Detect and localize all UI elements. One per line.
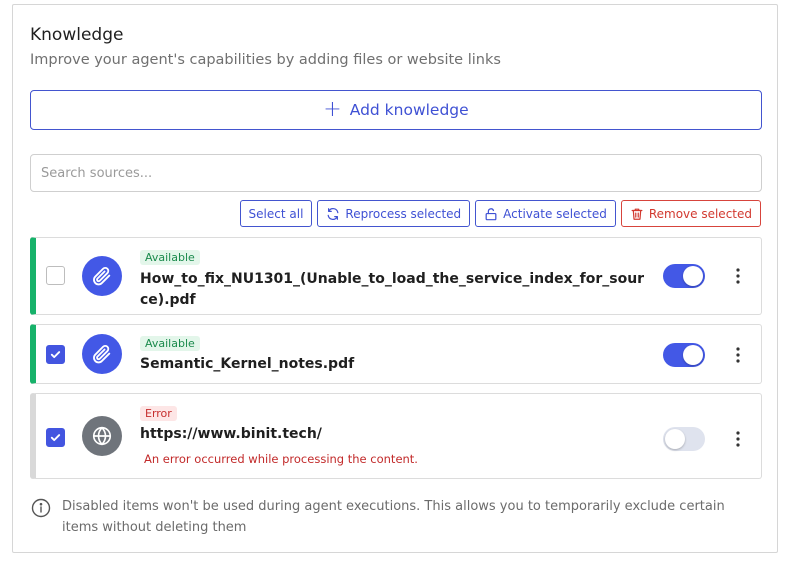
refresh-icon [327, 207, 339, 220]
more-options-icon[interactable] [729, 265, 747, 287]
item-enabled-toggle[interactable] [663, 264, 705, 288]
knowledge-item: Available Semantic_Kernel_notes.pdf [30, 324, 762, 384]
globe-icon [82, 416, 122, 456]
search-sources-input[interactable] [30, 154, 762, 192]
more-options-icon[interactable] [729, 428, 747, 450]
select-all-button[interactable]: Select all [239, 200, 313, 227]
remove-selected-button[interactable]: Remove selected [620, 200, 761, 227]
activate-selected-button[interactable]: Activate selected [475, 200, 616, 227]
unlock-icon [485, 207, 497, 220]
add-knowledge-label: Add knowledge [349, 101, 469, 119]
select-all-label: Select all [248, 206, 304, 221]
knowledge-panel: Knowledge Improve your agent's capabilit… [12, 4, 778, 553]
check-icon [50, 434, 61, 442]
status-badge: Error [140, 406, 177, 421]
item-enabled-toggle[interactable] [663, 343, 705, 367]
item-name: https://www.binit.tech/ [140, 426, 322, 442]
reprocess-selected-label: Reprocess selected [345, 206, 462, 221]
error-message: An error occurred while processing the c… [144, 452, 418, 466]
add-knowledge-button[interactable]: + Add knowledge [30, 90, 762, 130]
item-enabled-toggle[interactable] [663, 427, 705, 451]
footer-note: Disabled items won't be used during agen… [62, 499, 725, 535]
activate-selected-label: Activate selected [503, 206, 607, 221]
status-badge: Available [140, 250, 200, 265]
item-checkbox[interactable] [46, 428, 65, 447]
section-title: Knowledge [30, 25, 124, 45]
paperclip-icon [82, 334, 122, 374]
status-badge: Available [140, 336, 200, 351]
trash-icon [631, 208, 643, 220]
item-checkbox[interactable] [46, 345, 65, 364]
item-name: How_to_fix_NU1301_(Unable_to_load_the_se… [140, 271, 645, 308]
item-checkbox[interactable] [46, 266, 65, 285]
reprocess-selected-button[interactable]: Reprocess selected [317, 200, 471, 227]
item-name: Semantic_Kernel_notes.pdf [140, 356, 355, 372]
remove-selected-label: Remove selected [648, 206, 752, 221]
knowledge-item: Available How_to_fix_NU1301_(Unable_to_l… [30, 237, 762, 315]
bulk-actions: Select all Reprocess selected Activate s… [239, 200, 761, 227]
knowledge-item: Error https://www.binit.tech/ An error o… [30, 393, 762, 479]
more-options-icon[interactable] [729, 344, 747, 366]
plus-icon: + [323, 97, 342, 122]
paperclip-icon [82, 256, 122, 296]
section-subtitle: Improve your agent's capabilities by add… [30, 52, 501, 68]
check-icon [50, 351, 61, 359]
info-icon [31, 498, 51, 518]
